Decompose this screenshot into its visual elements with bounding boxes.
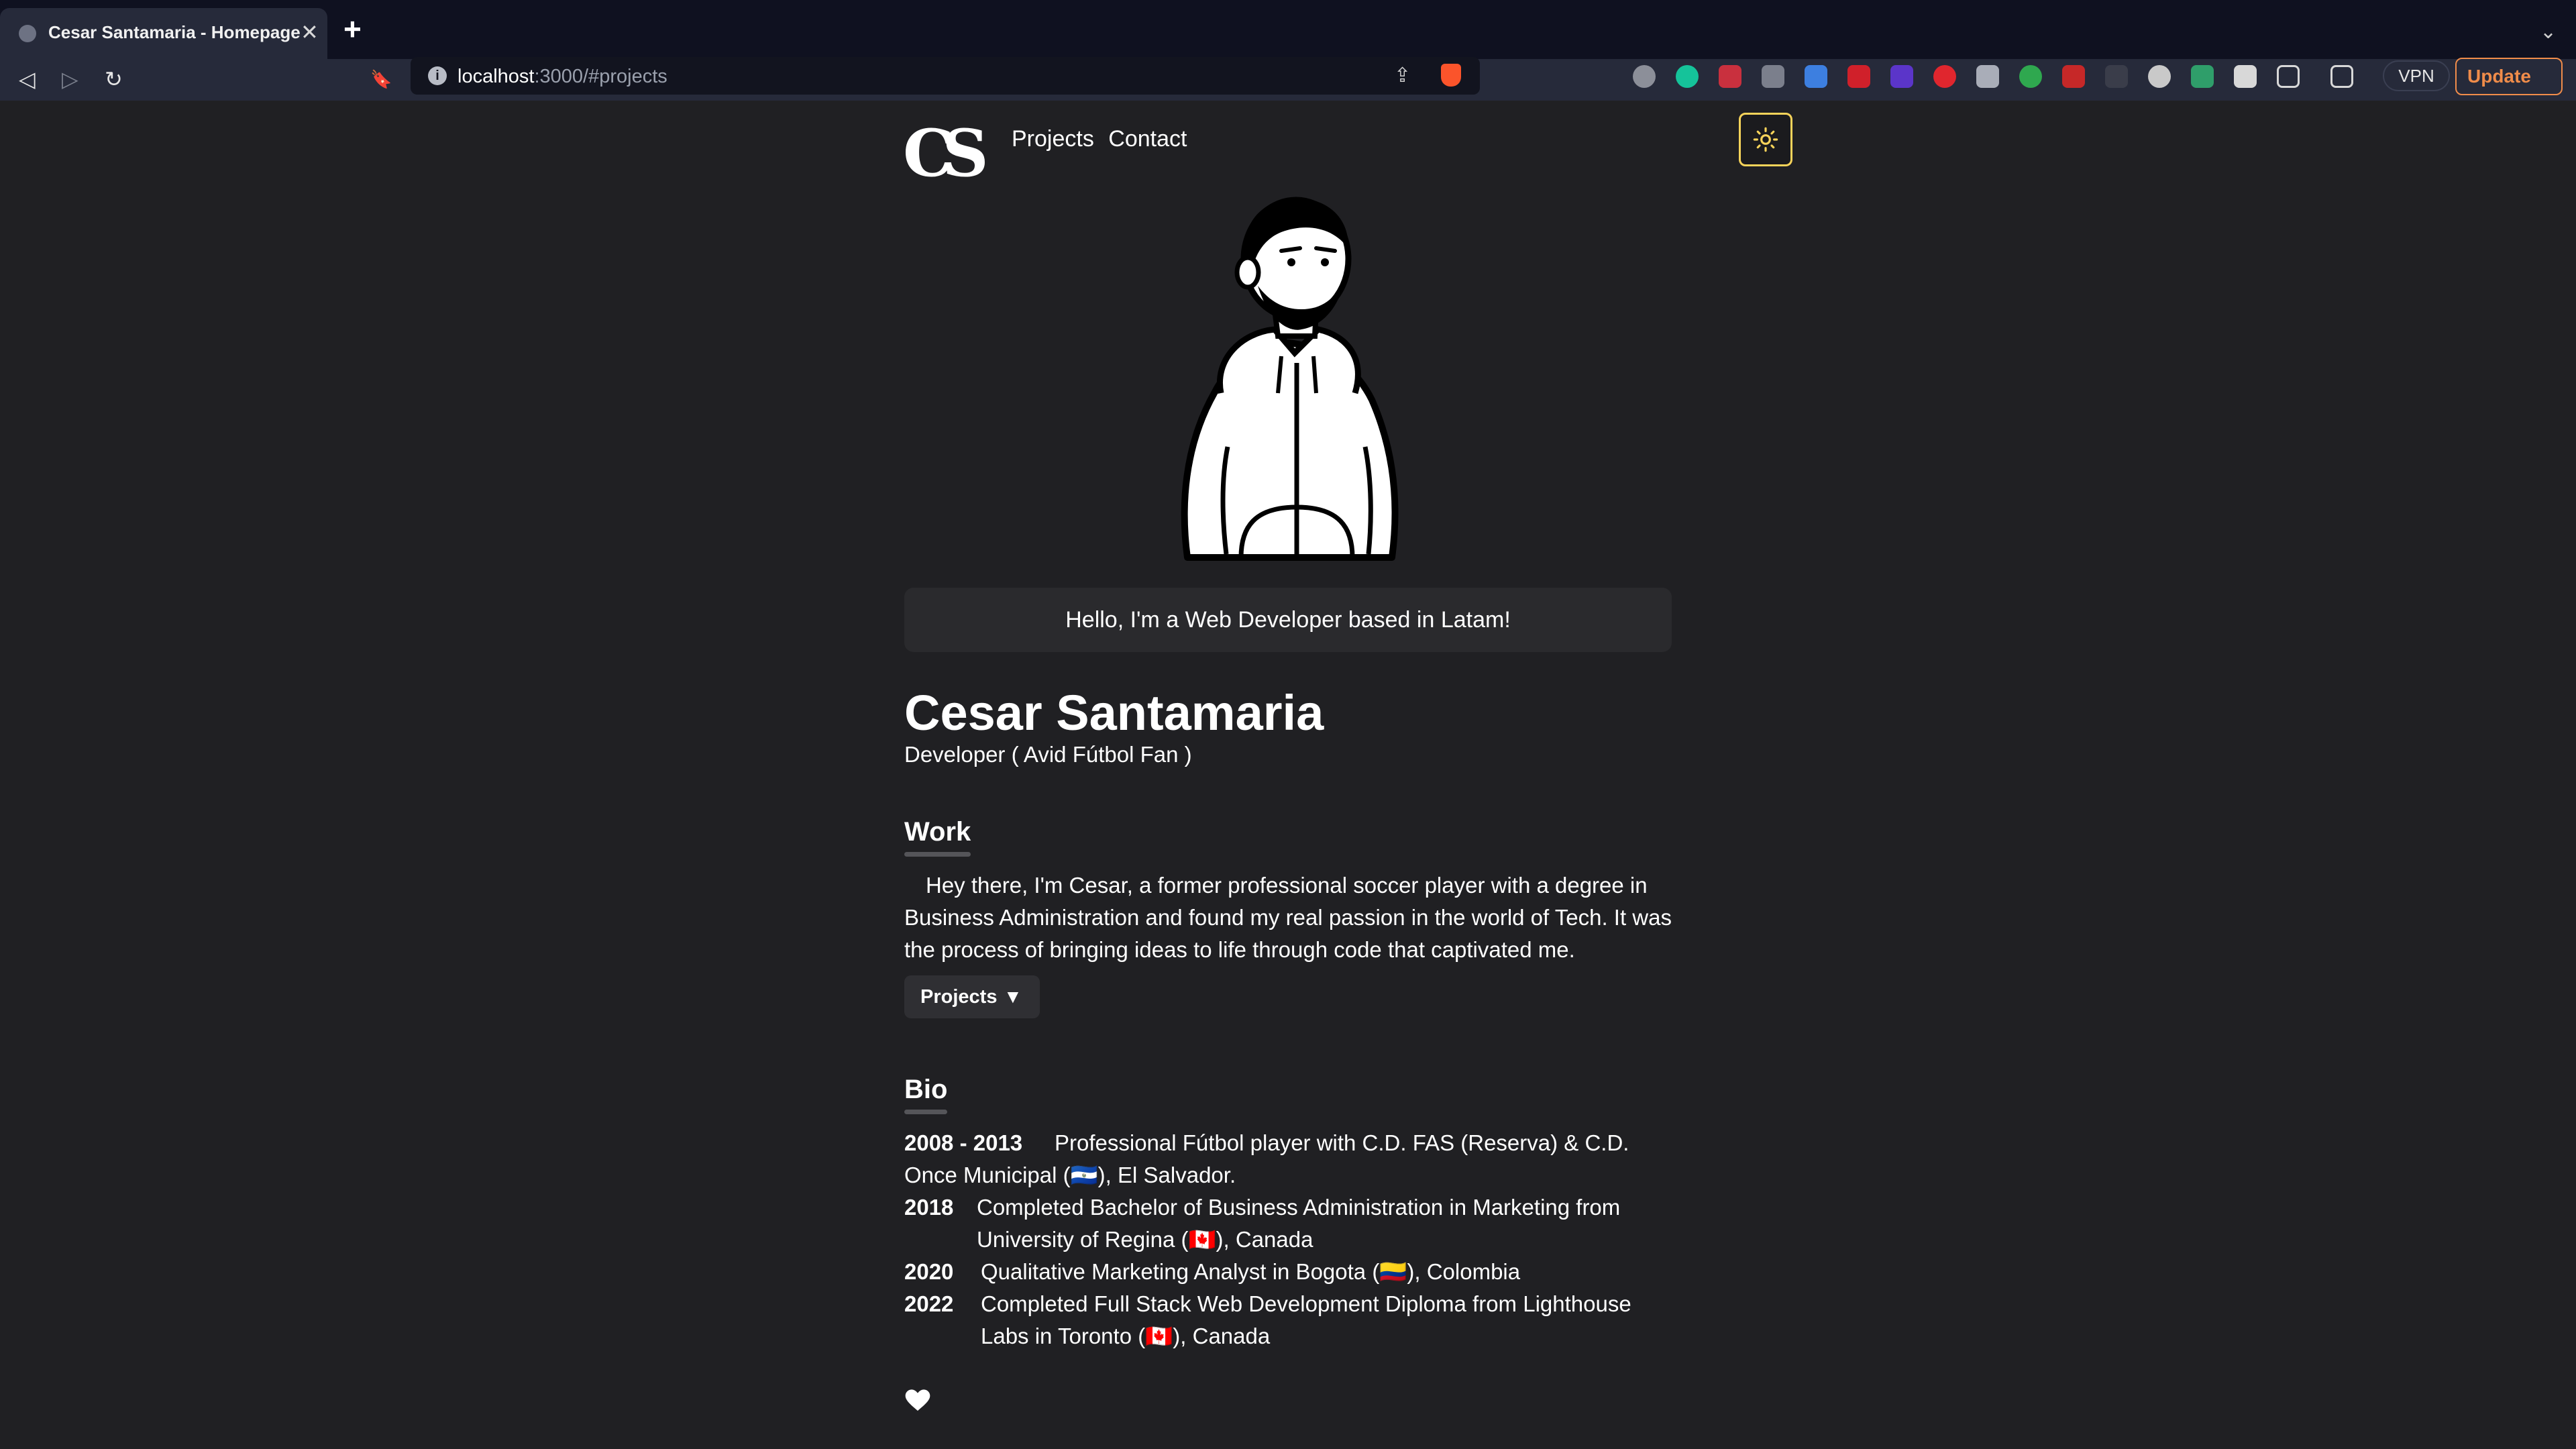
caret-down-icon: ▼	[1004, 986, 1022, 1007]
grammarly-icon[interactable]	[1676, 65, 1699, 88]
tab-close-button[interactable]: ✕	[301, 20, 319, 44]
bio-entry: 2008 - 2013 Professional Fútbol player w…	[904, 1127, 1672, 1191]
avatar-illustration	[1181, 197, 1399, 561]
extension-bird-icon[interactable]	[2148, 65, 2171, 88]
bio-year: 2020	[904, 1259, 954, 1284]
site-logo[interactable]: CS	[903, 117, 989, 191]
bio-entry: 2018 Completed Bachelor of Business Admi…	[904, 1191, 1672, 1256]
tab-title: Cesar Santamaria - Homepage	[48, 22, 301, 42]
page-content: CS Projects Contact Hello, I'm a Web Dev…	[0, 101, 2576, 1449]
extension-brackets-icon[interactable]	[2105, 65, 2128, 88]
chevron-down-icon[interactable]: ⌄	[2540, 20, 2557, 44]
bio-text: Completed Bachelor of Business Administr…	[977, 1195, 1621, 1252]
extension-purple-icon[interactable]	[1890, 65, 1913, 88]
greeting-banner: Hello, I'm a Web Developer based in Lata…	[904, 588, 1672, 652]
extension-pencil-icon[interactable]	[2062, 65, 2085, 88]
extension-shield-icon[interactable]	[1805, 65, 1827, 88]
theme-toggle-button[interactable]	[1739, 113, 1792, 166]
sidebar-icon[interactable]	[2277, 65, 2300, 88]
extension-pen-icon[interactable]	[1762, 65, 1784, 88]
sun-icon	[1753, 127, 1778, 152]
nav-link-contact[interactable]: Contact	[1108, 126, 1187, 152]
url-host: localhost	[458, 66, 535, 87]
bio-year: 2022	[904, 1291, 954, 1316]
projects-dropdown-button[interactable]: Projects ▼	[904, 975, 1040, 1018]
bio-heading: Bio	[904, 1075, 948, 1114]
projects-button-label: Projects	[920, 986, 998, 1008]
extension-ball-icon[interactable]	[2019, 65, 2042, 88]
address-bar[interactable]: i localhost:3000/#projects ⇪	[411, 57, 1480, 95]
work-paragraph: Hey there, I'm Cesar, a former professio…	[904, 873, 1672, 962]
brave-shield-icon[interactable]	[1441, 64, 1461, 87]
url-path: :3000/#projects	[534, 66, 667, 87]
extension-red-icon[interactable]	[1719, 65, 1741, 88]
wallet-icon[interactable]	[2330, 65, 2353, 88]
bio-year: 2018	[904, 1195, 954, 1220]
main-nav: Projects Contact	[1012, 126, 1195, 152]
forward-button[interactable]: ▷	[62, 66, 78, 93]
profile-subtitle: Developer ( Avid Fútbol Fan )	[904, 742, 1192, 767]
back-button[interactable]: ◁	[19, 66, 36, 93]
vpn-button[interactable]: VPN	[2383, 60, 2450, 91]
heart-icon	[905, 1389, 930, 1411]
extension-stack-icon[interactable]	[1976, 65, 1999, 88]
bio-year: 2008 - 2013	[904, 1130, 1023, 1155]
update-button[interactable]: Update	[2455, 58, 2563, 95]
bio-entry: 2020 Qualitative Marketing Analyst in Bo…	[904, 1256, 1672, 1288]
work-heading: Work	[904, 817, 971, 857]
bio-text: Completed Full Stack Web Development Dip…	[981, 1291, 1631, 1348]
extension-drop-icon[interactable]	[1933, 65, 1956, 88]
globe-icon	[19, 25, 36, 42]
new-tab-button[interactable]: +	[343, 12, 362, 46]
bookmark-icon[interactable]: 🔖	[370, 66, 392, 93]
extension-green-icon[interactable]	[2191, 65, 2214, 88]
bio-entry: 2022 Completed Full Stack Web Developmen…	[904, 1288, 1672, 1352]
extension-eyes-icon[interactable]	[1633, 65, 1656, 88]
page-title: Cesar Santamaria	[904, 685, 1324, 741]
browser-tab[interactable]: Cesar Santamaria - Homepage ✕	[0, 8, 327, 59]
bio-text: Qualitative Marketing Analyst in Bogota …	[981, 1259, 1521, 1284]
browser-tabstrip: Cesar Santamaria - Homepage ✕ + ⌄	[0, 0, 2576, 59]
nav-link-projects[interactable]: Projects	[1012, 126, 1094, 152]
site-info-icon[interactable]: i	[428, 66, 447, 85]
url-text: localhost:3000/#projects	[458, 66, 667, 88]
share-icon[interactable]: ⇪	[1394, 64, 1411, 87]
reload-button[interactable]: ↻	[105, 66, 123, 93]
extension-glasses-icon[interactable]	[1847, 65, 1870, 88]
puzzle-icon[interactable]	[2234, 65, 2257, 88]
